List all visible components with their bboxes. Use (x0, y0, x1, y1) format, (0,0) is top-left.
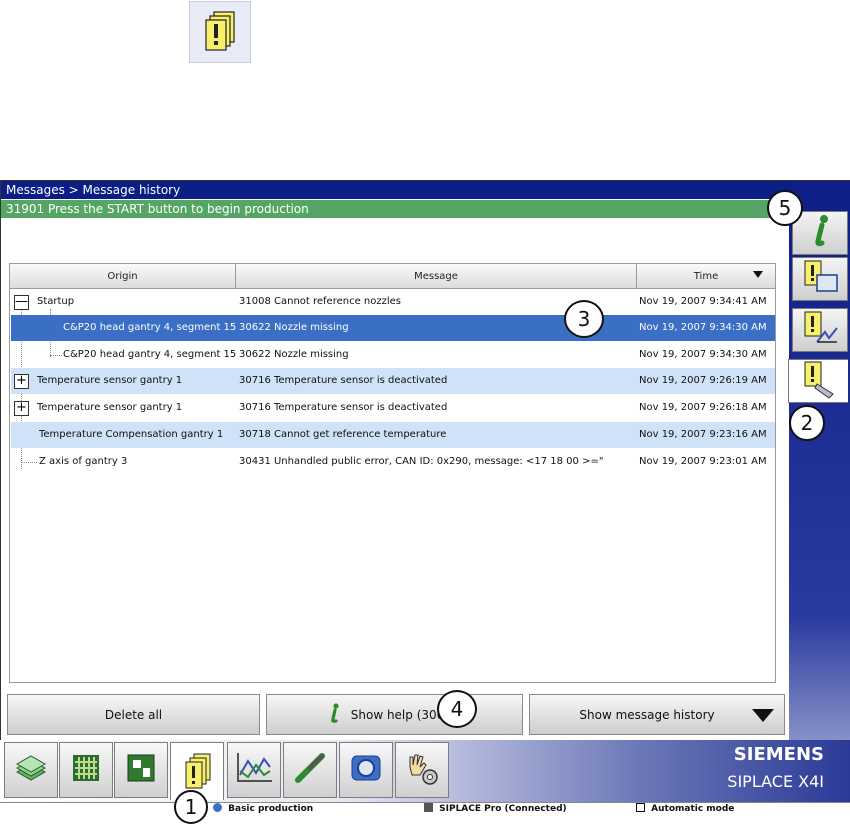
row-origin: Temperature sensor gantry 1 (37, 402, 183, 413)
grid-icon (69, 751, 103, 789)
row-origin: C&P20 head gantry 4, segment 15 (63, 322, 237, 333)
table-row[interactable]: — Startup 31008 Cannot reference nozzles… (11, 289, 775, 315)
row-origin: Z axis of gantry 3 (39, 456, 128, 467)
delete-all-button[interactable]: Delete all (7, 694, 260, 735)
product-name: SIPLACE X4I (727, 772, 824, 791)
stack-button[interactable] (4, 742, 58, 798)
table-row[interactable]: C&P20 head gantry 4, segment 15 30622 No… (11, 342, 775, 368)
row-time: Nov 19, 2007 9:26:19 AM (639, 375, 767, 386)
dropdown-triangle-icon (752, 709, 774, 725)
row-time: Nov 19, 2007 9:34:30 AM (639, 322, 767, 333)
row-time: Nov 19, 2007 9:34:30 AM (639, 349, 767, 360)
row-time: Nov 19, 2007 9:23:16 AM (639, 429, 767, 440)
service-button[interactable] (395, 742, 449, 798)
row-origin: Startup (37, 296, 75, 307)
info-icon (325, 702, 343, 727)
callout-5: 5 (767, 190, 803, 226)
row-time: Nov 19, 2007 9:26:18 AM (639, 402, 767, 413)
show-message-history-button[interactable]: Show message history (529, 694, 785, 735)
expand-toggle[interactable]: + (14, 374, 29, 389)
company-logo: SIEMENS (733, 744, 824, 765)
callout-4: 4 (437, 690, 477, 728)
row-time: Nov 19, 2007 9:34:41 AM (639, 296, 767, 307)
status-mode-label: Basic production (228, 804, 314, 814)
sort-descending-icon (753, 271, 763, 282)
message-chart-button[interactable] (792, 308, 848, 352)
column-header-time[interactable]: Time (637, 264, 775, 289)
messages-document-icon (189, 1, 251, 63)
nozzle-button[interactable] (283, 742, 337, 798)
table-row-selected[interactable]: C&P20 head gantry 4, segment 15 30622 No… (11, 315, 775, 341)
grid-button[interactable] (59, 742, 113, 798)
callout-3: 3 (564, 300, 604, 338)
message-chart-icon (799, 308, 841, 352)
column-header-message[interactable]: Message (236, 264, 637, 289)
row-message: 30716 Temperature sensor is deactivated (239, 375, 448, 386)
row-time: Nov 19, 2007 9:23:01 AM (639, 456, 767, 467)
collapse-toggle[interactable]: — (14, 295, 29, 310)
callout-1: 1 (174, 790, 208, 824)
current-message-bar: 31901 Press the START button to begin pr… (1, 200, 794, 218)
row-origin: Temperature Compensation gantry 1 (39, 429, 224, 440)
table-row[interactable]: + Temperature sensor gantry 1 30716 Temp… (11, 368, 775, 394)
info-button[interactable] (792, 211, 848, 255)
breadcrumb: Messages > Message history (1, 181, 794, 199)
show-history-label: Show message history (579, 707, 715, 722)
column-header-origin[interactable]: Origin (10, 264, 236, 289)
table-row[interactable]: + Temperature sensor gantry 1 30716 Temp… (11, 395, 775, 421)
status-mode: Basic production (213, 803, 313, 815)
board-icon (124, 751, 158, 789)
messages-icon (180, 750, 214, 794)
row-message: 31008 Cannot reference nozzles (239, 296, 402, 307)
row-message: 30622 Nozzle missing (239, 322, 349, 333)
status-connection: SIPLACE Pro (Connected) (424, 803, 567, 815)
time-header-label: Time (693, 270, 719, 282)
table-row[interactable]: Temperature Compensation gantry 1 30718 … (11, 422, 775, 448)
callout-2: 2 (789, 405, 825, 441)
message-history-icon (797, 358, 841, 404)
board-button[interactable] (114, 742, 168, 798)
row-message: 30718 Cannot get reference temperature (239, 429, 447, 440)
show-help-button[interactable]: Show help (30622) (266, 694, 523, 735)
camera-icon (348, 750, 384, 790)
message-history-button[interactable] (788, 359, 848, 403)
service-icon (402, 749, 442, 791)
nozzle-icon (292, 750, 328, 790)
status-operation-label: Automatic mode (651, 804, 735, 814)
statistics-button[interactable] (227, 742, 281, 798)
stack-icon (13, 750, 49, 790)
user-icon (213, 803, 222, 812)
connection-icon (424, 803, 433, 812)
status-connection-label: SIPLACE Pro (Connected) (439, 804, 567, 814)
message-history-table: Origin Message Time — Startup 31008 Cann… (9, 263, 776, 683)
row-origin: Temperature sensor gantry 1 (37, 375, 183, 386)
status-operation: Automatic mode (636, 803, 734, 815)
row-message: 30431 Unhandled public error, CAN ID: 0x… (239, 456, 604, 467)
row-message: 30716 Temperature sensor is deactivated (239, 402, 448, 413)
message-monitor-icon (799, 257, 841, 301)
table-row[interactable]: Z axis of gantry 3 30431 Unhandled publi… (11, 449, 775, 475)
camera-button[interactable] (339, 742, 393, 798)
message-monitor-button[interactable] (792, 257, 848, 301)
row-origin: C&P20 head gantry 4, segment 15 (63, 349, 237, 360)
info-icon (800, 211, 840, 255)
statistics-icon (234, 751, 274, 789)
expand-toggle[interactable]: + (14, 401, 29, 416)
machine-icon (636, 803, 645, 812)
row-message: 30622 Nozzle missing (239, 349, 349, 360)
